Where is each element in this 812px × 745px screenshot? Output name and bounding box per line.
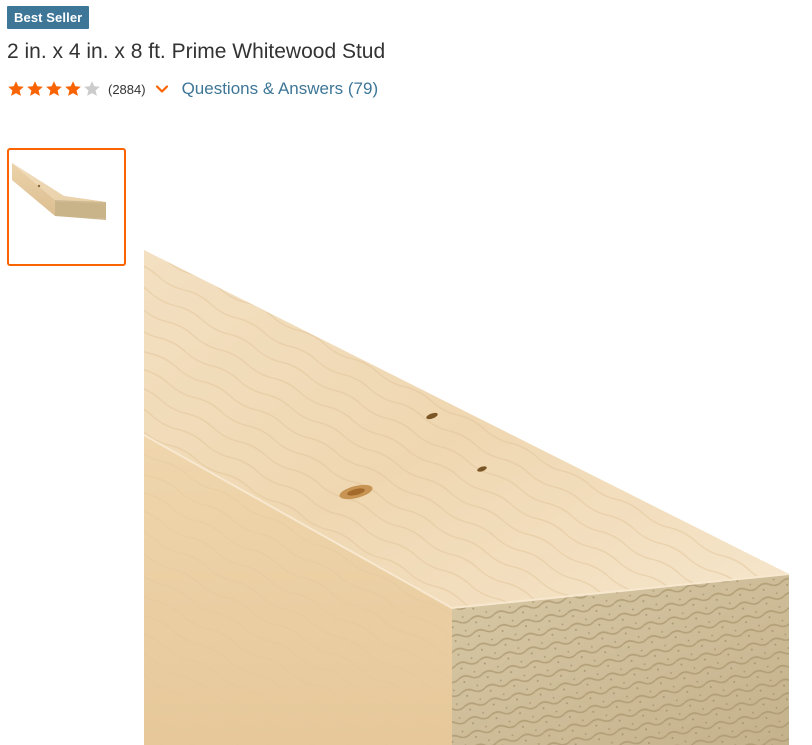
chevron-down-icon[interactable] bbox=[155, 82, 169, 96]
product-thumbnail[interactable] bbox=[7, 148, 126, 266]
best-seller-badge: Best Seller bbox=[7, 6, 90, 29]
star-icon bbox=[8, 81, 24, 96]
star-rating[interactable] bbox=[7, 79, 102, 99]
star-icon bbox=[27, 81, 43, 96]
star-icon bbox=[84, 81, 100, 96]
lumber-stud-image bbox=[144, 250, 790, 745]
thumbnail-lumber-image bbox=[12, 163, 106, 220]
rating-row: (2884) Questions & Answers (79) bbox=[7, 78, 378, 100]
review-count[interactable]: (2884) bbox=[108, 82, 146, 97]
product-title: 2 in. x 4 in. x 8 ft. Prime Whitewood St… bbox=[7, 40, 386, 63]
star-icon bbox=[46, 81, 62, 96]
product-main-image[interactable] bbox=[144, 238, 812, 745]
questions-answers-link[interactable]: Questions & Answers (79) bbox=[182, 79, 379, 99]
star-icon bbox=[65, 81, 81, 96]
